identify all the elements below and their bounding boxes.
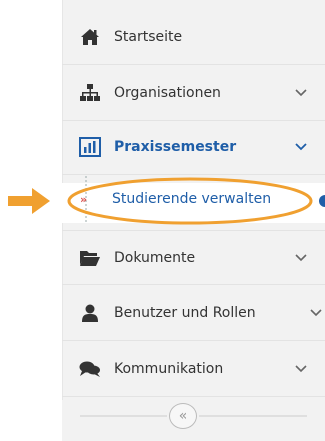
nav-item-praxissemester[interactable]: Praxissemester <box>62 120 325 175</box>
annotation-overlay <box>8 177 325 225</box>
chevron-down-icon[interactable] <box>294 88 308 98</box>
folder-open-icon <box>79 248 101 268</box>
double-chevron-left-icon[interactable]: « <box>169 403 197 429</box>
nav-item-label: Dokumente <box>114 249 196 266</box>
chevron-down-icon[interactable] <box>294 364 308 374</box>
nav-item-organisationen[interactable]: Organisationen <box>62 66 325 121</box>
nav-item-kommunikation[interactable]: Kommunikation <box>62 342 325 397</box>
nav-item-label: Benutzer und Rollen <box>114 305 256 321</box>
nav-item-dokumente[interactable]: Dokumente <box>62 230 325 285</box>
chevron-down-icon[interactable] <box>294 253 308 263</box>
nav-item-label: Organisationen <box>114 85 221 101</box>
comments-icon <box>79 359 101 379</box>
nav-item-benutzer-und-rollen[interactable]: Benutzer und Rollen <box>62 286 325 341</box>
home-icon <box>79 27 101 47</box>
nav-item-label: Startseite <box>114 29 183 45</box>
sitemap-icon <box>79 83 101 103</box>
nav-item-label: Kommunikation <box>114 361 224 377</box>
user-icon <box>79 303 101 323</box>
nav-item-startseite[interactable]: Startseite <box>62 10 325 65</box>
chevron-down-icon[interactable] <box>309 308 323 318</box>
bar-chart-icon <box>79 137 101 157</box>
chevron-down-icon[interactable] <box>294 142 308 152</box>
sidebar-collapse-row: « <box>62 400 325 441</box>
nav-item-label: Praxissemester <box>114 139 237 155</box>
